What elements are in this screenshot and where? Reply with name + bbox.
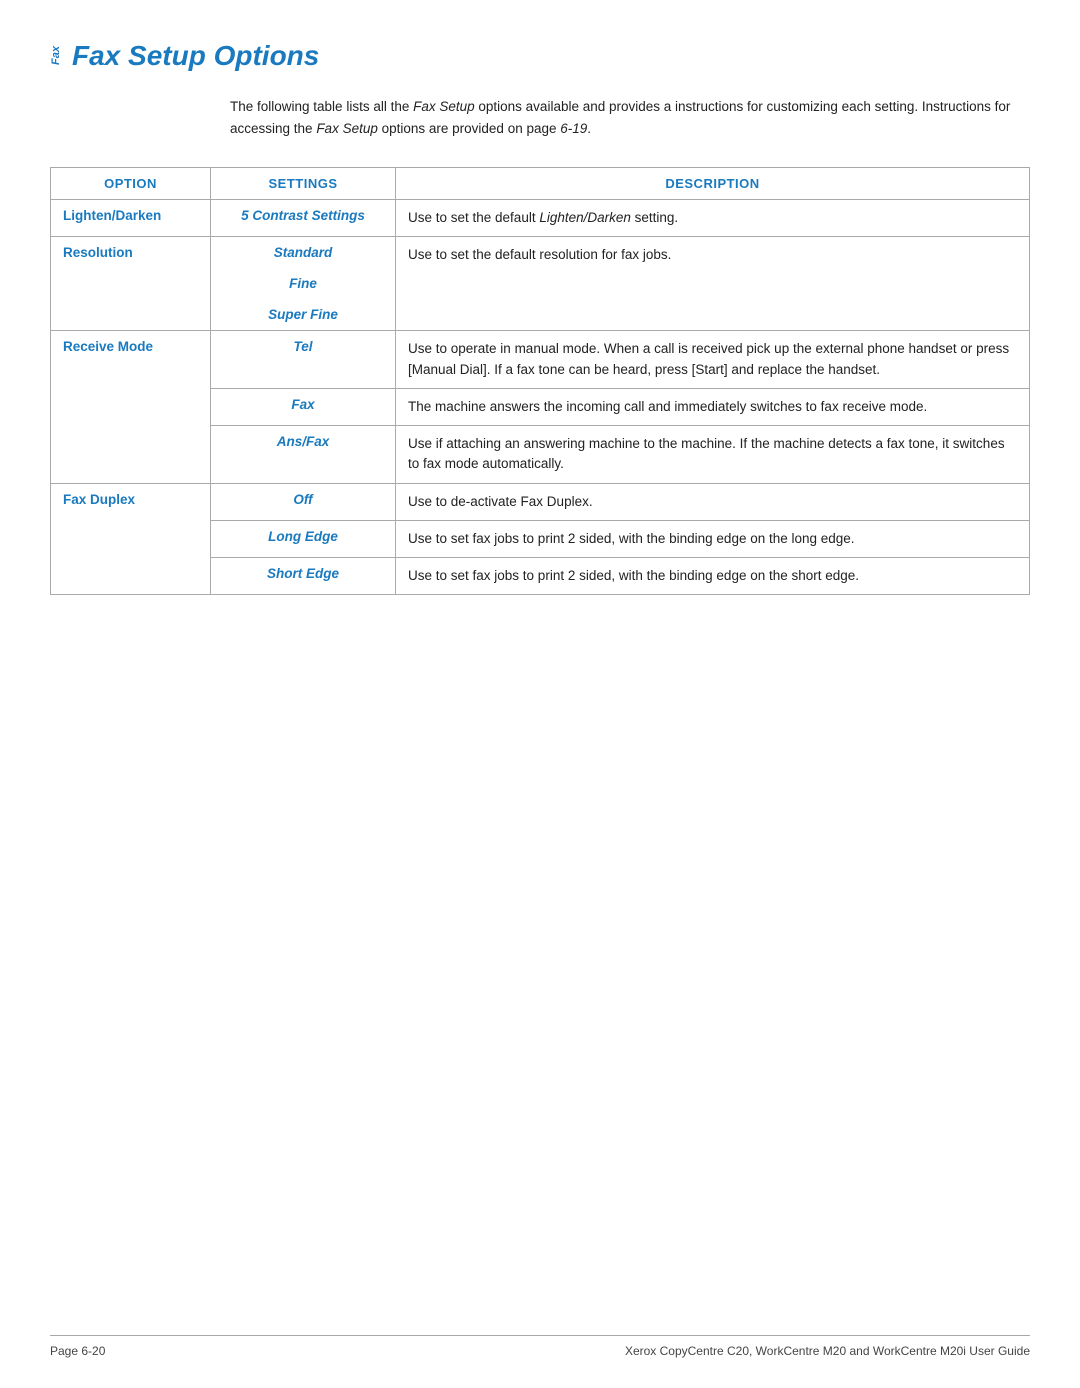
settings-cell: Long Edge <box>211 520 396 557</box>
settings-cell: 5 Contrast Settings <box>211 200 396 237</box>
description-cell: The machine answers the incoming call an… <box>396 388 1030 425</box>
description-cell: Use to set the default resolution for fa… <box>396 237 1030 331</box>
table-row: Receive Mode Tel Use to operate in manua… <box>51 331 1030 389</box>
intro-paragraph: The following table lists all the Fax Se… <box>230 96 1030 139</box>
settings-cell: Super Fine <box>211 299 396 331</box>
table-row: Lighten/Darken 5 Contrast Settings Use t… <box>51 200 1030 237</box>
side-label: Fax <box>50 46 62 65</box>
description-cell: Use if attaching an answering machine to… <box>396 426 1030 484</box>
option-cell: Fax Duplex <box>51 483 211 595</box>
page-footer: Page 6-20 Xerox CopyCentre C20, WorkCent… <box>50 1335 1030 1358</box>
option-cell: Resolution <box>51 237 211 331</box>
option-cell: Receive Mode <box>51 331 211 483</box>
product-name: Xerox CopyCentre C20, WorkCentre M20 and… <box>625 1344 1030 1358</box>
description-cell: Use to set fax jobs to print 2 sided, wi… <box>396 558 1030 595</box>
table-row: Fax Duplex Off Use to de-activate Fax Du… <box>51 483 1030 520</box>
description-cell: Use to operate in manual mode. When a ca… <box>396 331 1030 389</box>
settings-cell: Tel <box>211 331 396 389</box>
options-table: OPTION SETTINGS DESCRIPTION Lighten/Dark… <box>50 167 1030 595</box>
col-header-description: DESCRIPTION <box>396 168 1030 200</box>
page-number: Page 6-20 <box>50 1344 105 1358</box>
col-header-option: OPTION <box>51 168 211 200</box>
description-cell: Use to set the default Lighten/Darken se… <box>396 200 1030 237</box>
settings-cell: Fax <box>211 388 396 425</box>
settings-cell: Off <box>211 483 396 520</box>
col-header-settings: SETTINGS <box>211 168 396 200</box>
table-row: Resolution Standard Use to set the defau… <box>51 237 1030 269</box>
settings-cell: Fine <box>211 268 396 299</box>
option-cell: Lighten/Darken <box>51 200 211 237</box>
page-title: Fax Setup Options <box>72 40 319 72</box>
settings-cell: Ans/Fax <box>211 426 396 484</box>
settings-cell: Standard <box>211 237 396 269</box>
settings-cell: Short Edge <box>211 558 396 595</box>
description-cell: Use to set fax jobs to print 2 sided, wi… <box>396 520 1030 557</box>
description-cell: Use to de-activate Fax Duplex. <box>396 483 1030 520</box>
